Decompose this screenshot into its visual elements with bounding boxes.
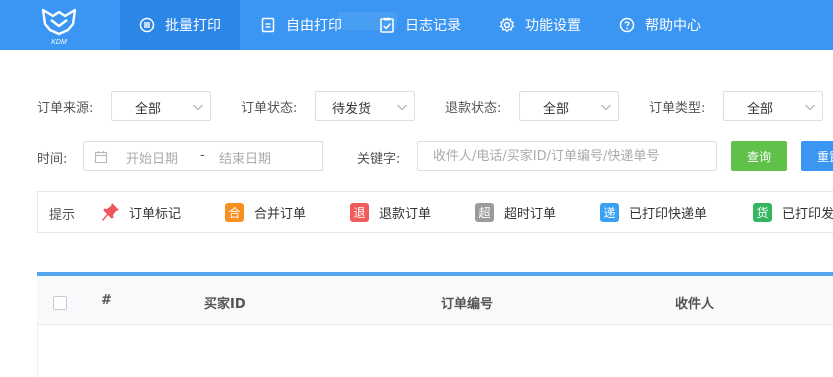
hint-timeout-order: 超 超时订单: [475, 202, 556, 222]
nav-label: 日志记录: [405, 18, 461, 34]
chevron-down-icon: [804, 101, 815, 111]
hint-printed-invoice: 货 已打印发: [753, 202, 833, 222]
table-header: # 买家ID 订单编号 收件人: [37, 276, 833, 325]
pushpin-icon: [99, 201, 121, 223]
hint-text: 合并订单: [254, 206, 307, 222]
hint-text: 超时订单: [504, 206, 557, 222]
express-badge: 递: [600, 202, 619, 222]
nav-settings[interactable]: 功能设置: [499, 0, 581, 50]
query-button[interactable]: 查询: [731, 141, 787, 171]
column-header-order-number[interactable]: 订单编号: [441, 293, 493, 312]
order-status-value: 待发货: [332, 102, 372, 117]
refund-badge: 退: [350, 202, 369, 222]
nav-batch-print[interactable]: 批量打印: [120, 0, 240, 50]
gear-icon: [499, 17, 515, 33]
refund-status-value: 全部: [543, 102, 570, 117]
reset-button[interactable]: 重置: [801, 141, 833, 171]
hint-text: 已打印发: [782, 206, 833, 222]
hint-order-mark: 订单标记: [99, 202, 181, 222]
nav-log-records[interactable]: 日志记录: [379, 0, 461, 50]
keyword-search-input[interactable]: [417, 141, 717, 171]
order-status-select[interactable]: 待发货: [315, 91, 415, 121]
timeout-badge: 超: [475, 202, 494, 222]
column-header-recipient[interactable]: 收件人: [675, 293, 714, 312]
hint-text: 退款订单: [379, 206, 432, 222]
nav-label: 帮助中心: [645, 18, 701, 34]
refund-status-label: 退款状态:: [445, 101, 502, 116]
merged-badge: 合: [225, 202, 244, 222]
date-range-picker[interactable]: 开始日期 - 结束日期: [83, 141, 323, 171]
order-type-select[interactable]: 全部: [723, 91, 823, 121]
document-icon: [260, 17, 276, 33]
logo-text: KDM: [51, 39, 67, 46]
chevron-down-icon: [192, 101, 203, 111]
nav-label: 功能设置: [525, 18, 581, 34]
column-header-index: #: [101, 293, 112, 308]
hint-text: 已打印快递单: [629, 206, 708, 222]
orders-table: # 买家ID 订单编号 收件人: [37, 272, 833, 377]
hint-text: 订单标记: [129, 206, 182, 222]
order-source-label: 订单来源:: [37, 101, 94, 116]
end-date-placeholder[interactable]: 结束日期: [219, 148, 271, 167]
order-source-select[interactable]: 全部: [111, 91, 211, 121]
order-source-value: 全部: [135, 102, 162, 117]
calendar-icon: [94, 150, 108, 164]
order-status-label: 订单状态:: [241, 101, 298, 116]
hint-refund-order: 退 退款订单: [350, 202, 431, 222]
column-header-buyer-id[interactable]: 买家ID: [204, 293, 246, 312]
date-separator: -: [200, 148, 205, 163]
keyword-label: 关键字:: [357, 152, 401, 167]
hint-title: 提示: [49, 208, 76, 223]
top-nav-bar: KDM 批量打印 自由打印 日志记录 功能设置 帮助中心: [0, 0, 833, 50]
goods-badge: 货: [753, 202, 772, 222]
clipboard-check-icon: [379, 17, 395, 33]
order-type-label: 订单类型:: [649, 101, 706, 116]
hint-merged-order: 合 合并订单: [225, 202, 306, 222]
start-date-placeholder[interactable]: 开始日期: [126, 148, 178, 167]
table-body: [37, 325, 833, 377]
nav-label: 批量打印: [165, 18, 221, 34]
time-label: 时间:: [37, 152, 68, 167]
refund-status-select[interactable]: 全部: [519, 91, 619, 121]
kdm-logo[interactable]: KDM: [40, 6, 78, 46]
help-circle-icon: [619, 17, 635, 33]
chevron-down-icon: [600, 101, 611, 111]
hint-legend-bar: 提示 订单标记 合 合并订单 退 退款订单 超 超时订单 递 已打印快递单 货 …: [37, 191, 833, 233]
hint-printed-express: 递 已打印快递单: [600, 202, 707, 222]
select-all-checkbox[interactable]: [53, 296, 67, 310]
list-circle-icon: [139, 17, 155, 33]
chevron-down-icon: [396, 101, 407, 111]
nav-free-print[interactable]: 自由打印: [260, 0, 342, 50]
nav-label: 自由打印: [286, 18, 342, 34]
nav-help-center[interactable]: 帮助中心: [619, 0, 701, 50]
order-type-value: 全部: [747, 102, 774, 117]
